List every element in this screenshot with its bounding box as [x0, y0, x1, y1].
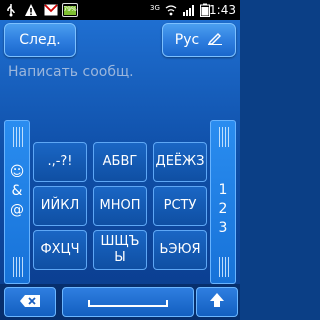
language-label: Рус: [174, 32, 200, 48]
smiley-icon: ☺: [9, 164, 25, 180]
digit-1-label: 1: [218, 182, 228, 198]
clock: 1:43: [209, 3, 236, 17]
key-deyozhz[interactable]: ДЕЁЖЗ: [153, 142, 207, 182]
next-button[interactable]: След.: [4, 23, 76, 57]
key-iykl[interactable]: ИЙКЛ: [33, 186, 87, 226]
usb-icon: [4, 2, 18, 18]
backspace-icon: [19, 293, 41, 312]
grip-top: [13, 127, 23, 147]
digits-toggle[interactable]: 1 2 3: [210, 120, 236, 284]
key-mnop[interactable]: МНОП: [93, 186, 147, 226]
key-punctuation[interactable]: .,-?!: [33, 142, 87, 182]
status-bar: 79% 3G 1:43: [0, 0, 240, 20]
key-yeyuya[interactable]: ЬЭЮЯ: [153, 230, 207, 270]
key-shshch[interactable]: ШЩЪ Ы: [93, 230, 147, 270]
gmail-icon: [44, 2, 58, 18]
digit-2-label: 2: [218, 201, 228, 217]
key-abvg[interactable]: АБВГ: [93, 142, 147, 182]
keyboard: ☺ & @ .,-?! АБВГ ДЕЁЖЗ ИЙКЛ МНОП РСТУ ФХ…: [0, 120, 240, 284]
key-fkhtsch[interactable]: ФХЦЧ: [33, 230, 87, 270]
wifi-icon: [164, 2, 178, 18]
shift-button[interactable]: [196, 287, 238, 317]
symbols-toggle[interactable]: ☺ & @: [4, 120, 30, 284]
keyboard-bottom-row: [0, 284, 240, 320]
shift-arrow-icon: [209, 292, 225, 312]
ampersand-label: &: [11, 183, 23, 199]
battery-percent: 79%: [63, 6, 77, 13]
grip-bottom: [13, 257, 23, 277]
language-button[interactable]: Рус: [162, 23, 236, 57]
space-button[interactable]: [62, 287, 194, 317]
grip-top: [219, 127, 229, 147]
signal-icon: [182, 2, 196, 18]
message-input[interactable]: Написать сообщ.: [8, 60, 232, 84]
battery-icon: 79%: [62, 2, 78, 18]
grip-bottom: [219, 257, 229, 277]
pen-icon: [207, 31, 223, 49]
space-icon: [88, 293, 168, 312]
delete-button[interactable]: [4, 287, 56, 317]
key-rstu[interactable]: РСТУ: [153, 186, 207, 226]
network-type: 3G: [150, 4, 160, 12]
warning-icon: [24, 2, 38, 18]
digit-3-label: 3: [218, 220, 228, 236]
at-label: @: [10, 202, 24, 218]
